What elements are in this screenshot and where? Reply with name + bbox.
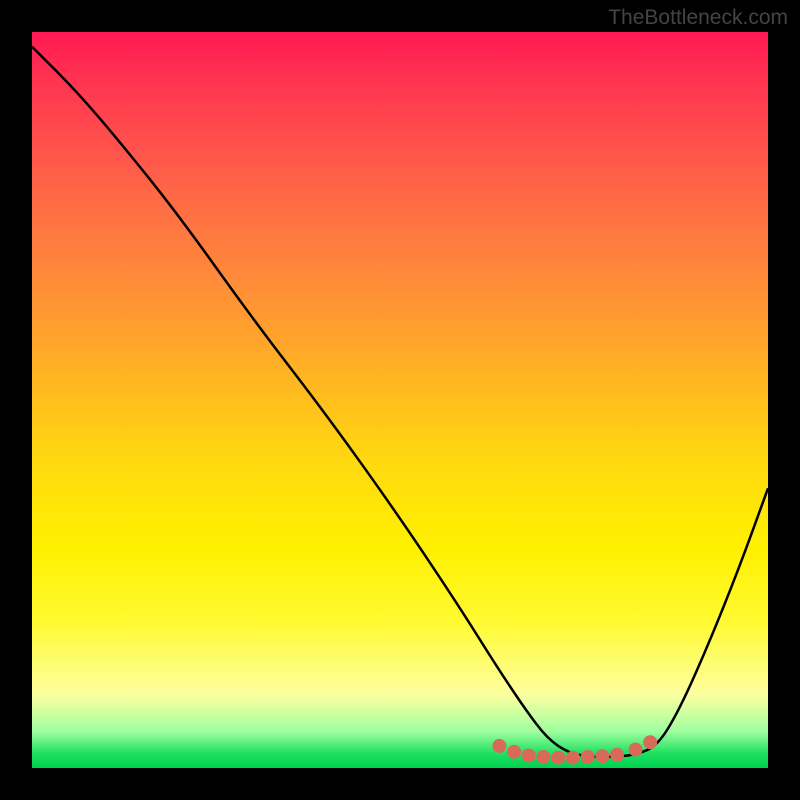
marker-dot (551, 751, 565, 765)
curve-line (32, 47, 768, 757)
marker-dot (522, 749, 536, 763)
marker-dot (537, 750, 551, 764)
watermark-text: TheBottleneck.com (608, 6, 788, 30)
marker-dot (629, 743, 643, 757)
marker-dot (610, 748, 624, 762)
marker-dot (507, 745, 521, 759)
chart-svg (32, 32, 768, 768)
marker-dot (595, 749, 609, 763)
marker-dots (492, 735, 657, 765)
marker-dot (643, 735, 657, 749)
marker-dot (492, 739, 506, 753)
marker-dot (581, 750, 595, 764)
marker-dot (566, 751, 580, 765)
chart-plot-area (32, 32, 768, 768)
